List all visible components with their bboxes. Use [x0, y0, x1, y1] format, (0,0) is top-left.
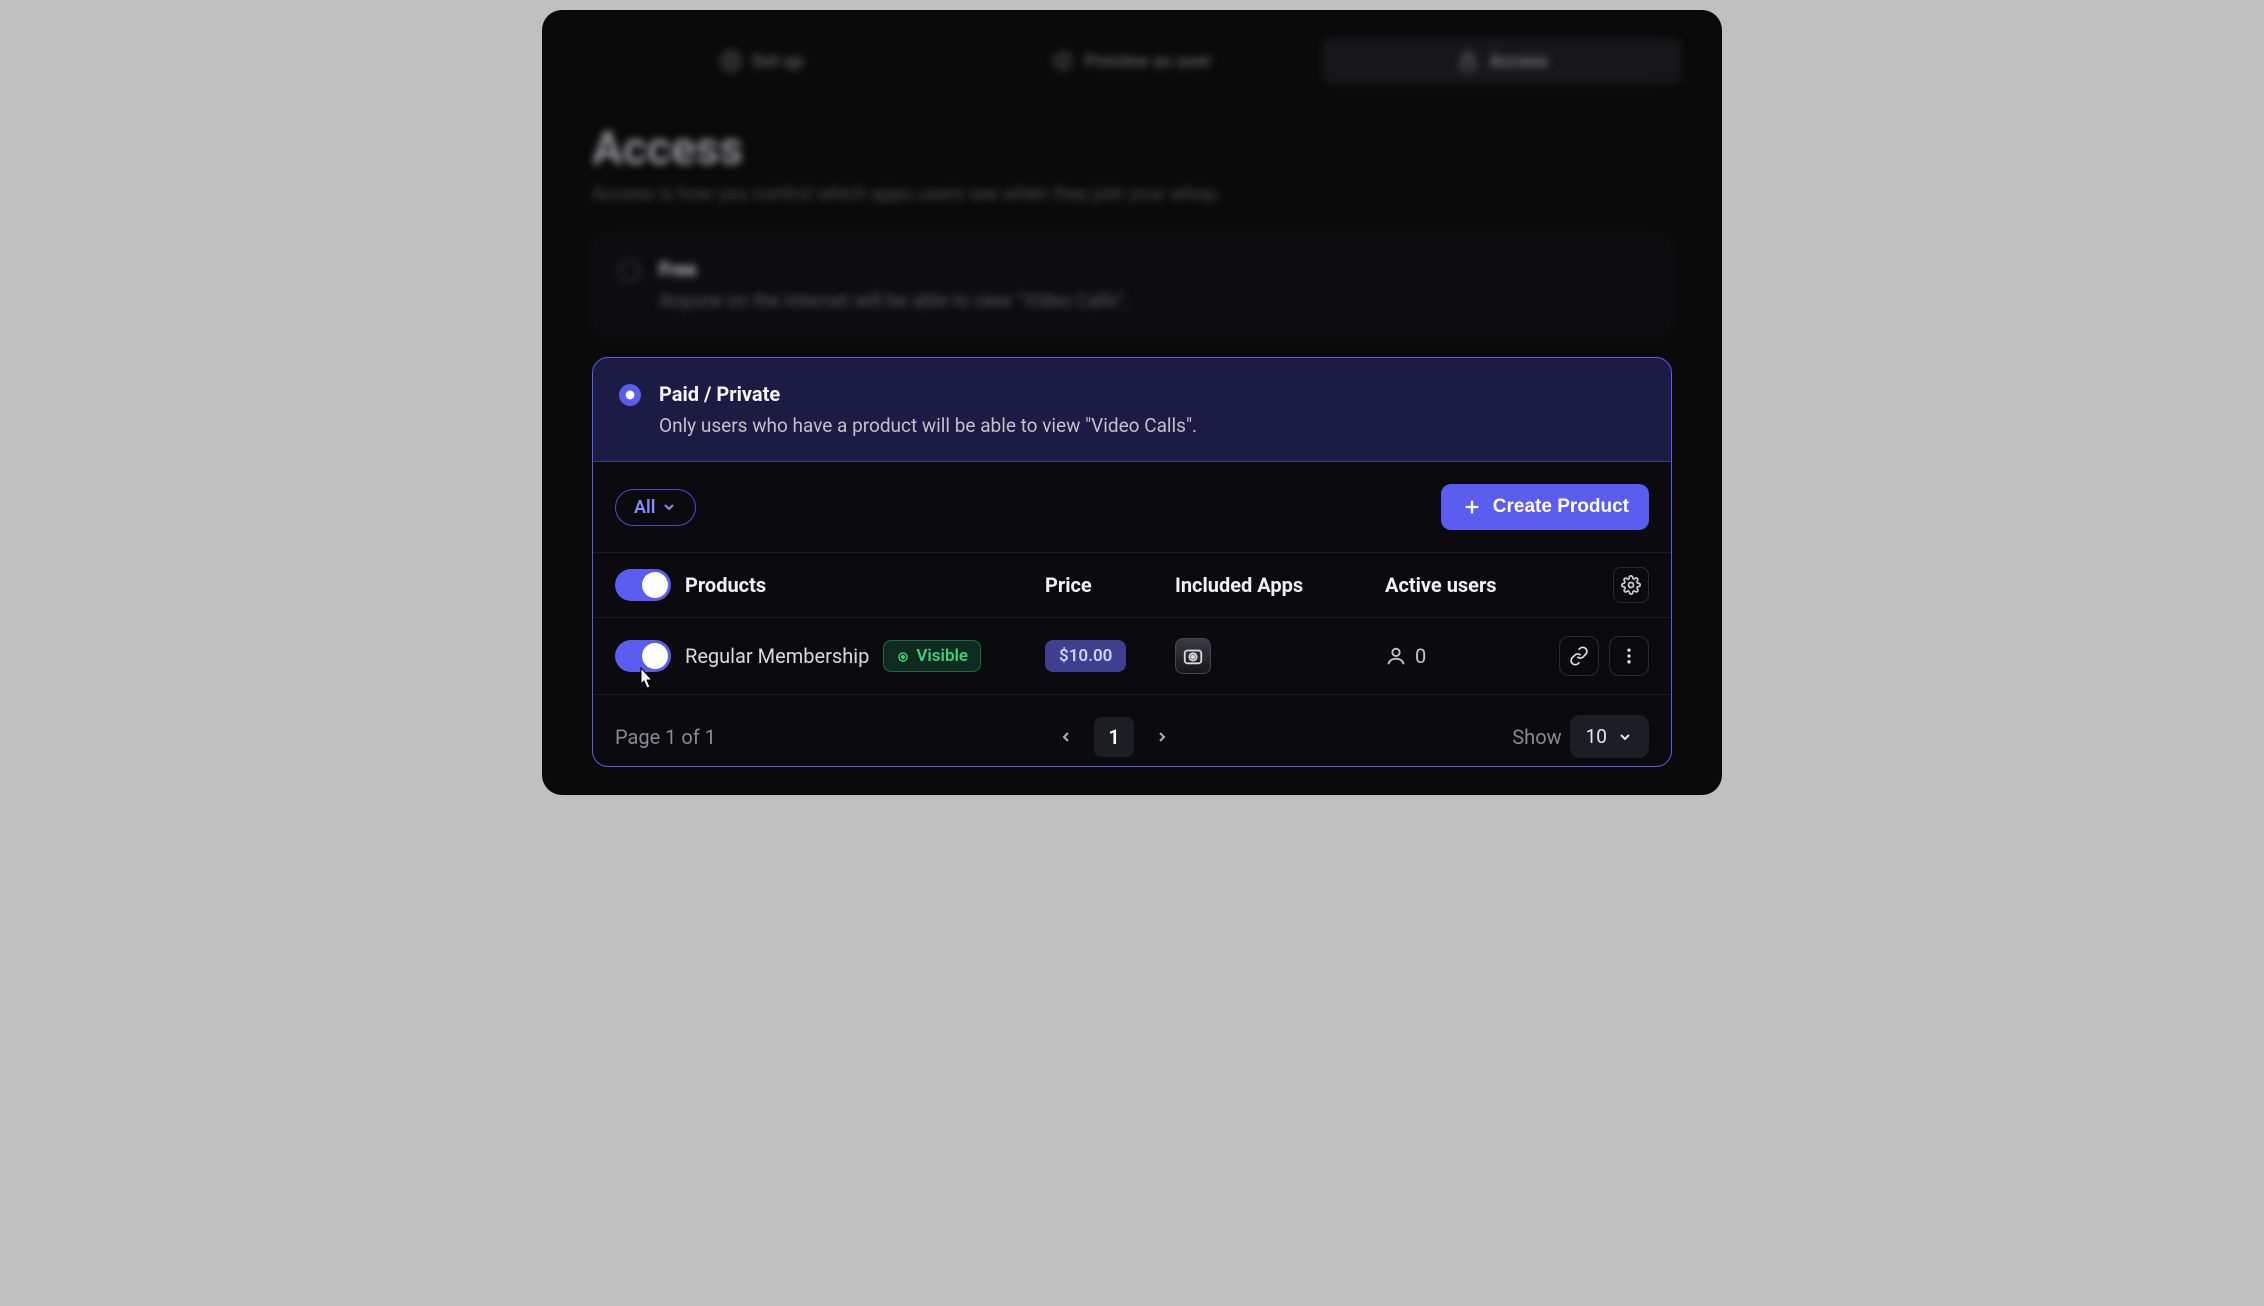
option-paid[interactable]: Paid / Private Only users who have a pro…: [593, 358, 1671, 462]
more-button[interactable]: [1609, 636, 1649, 676]
tab-label: Set up: [752, 51, 803, 72]
page-subtitle: Access is how you control which apps use…: [592, 182, 1672, 205]
chevron-down-icon: [1617, 729, 1633, 745]
tab-label: Access: [1489, 51, 1548, 72]
option-paid-title: Paid / Private: [659, 382, 1645, 406]
page-title: Access: [592, 122, 1672, 176]
prev-page-button[interactable]: [1046, 717, 1086, 757]
chevron-right-icon: [1154, 729, 1170, 745]
tab-preview[interactable]: Preview as user: [953, 38, 1312, 84]
option-free-desc: Anyone on the internet will be able to v…: [659, 289, 1645, 312]
pagination: Page 1 of 1 1 Show 10: [593, 695, 1671, 766]
option-free[interactable]: Free Anyone on the internet will be able…: [592, 235, 1672, 335]
tab-access[interactable]: Access: [1323, 38, 1682, 84]
master-toggle[interactable]: [615, 569, 671, 601]
option-free-title: Free: [659, 258, 1645, 281]
eye-circle-icon: [1052, 50, 1074, 72]
chevron-left-icon: [1058, 729, 1074, 745]
table-header: Products Price Included Apps Active user…: [593, 553, 1671, 618]
active-users: 0: [1385, 644, 1529, 668]
column-price: Price: [1045, 573, 1165, 597]
create-product-label: Create Product: [1493, 496, 1629, 518]
app-icon-camera: [1175, 638, 1211, 674]
dots-vertical-icon: [1619, 646, 1639, 666]
copy-link-button[interactable]: [1559, 636, 1599, 676]
page-header: Access Access is how you control which a…: [542, 122, 1722, 205]
filter-dropdown[interactable]: All: [615, 489, 696, 526]
tab-label: Preview as user: [1084, 51, 1211, 72]
camera-icon: [1182, 645, 1204, 667]
active-users-count: 0: [1415, 644, 1426, 668]
filter-label: All: [634, 497, 655, 518]
page-summary: Page 1 of 1: [615, 725, 716, 749]
tab-bar: Set up Preview as user Access: [542, 38, 1722, 84]
option-paid-card: Paid / Private Only users who have a pro…: [592, 357, 1672, 767]
plus-icon: [1461, 496, 1483, 518]
visible-icon: [896, 649, 910, 663]
visibility-text: Visible: [916, 646, 968, 666]
app-window: Set up Preview as user Access Access Acc…: [542, 10, 1722, 795]
next-page-button[interactable]: [1142, 717, 1182, 757]
radio-paid[interactable]: [619, 384, 641, 406]
link-icon: [1569, 646, 1589, 666]
products-toolbar: All Create Product: [593, 462, 1671, 553]
tab-setup[interactable]: Set up: [582, 38, 941, 84]
option-paid-desc: Only users who have a product will be ab…: [659, 414, 1645, 437]
chevron-down-icon: [661, 499, 677, 515]
radio-free[interactable]: [619, 260, 641, 282]
gear-icon: [1621, 575, 1641, 595]
create-product-button[interactable]: Create Product: [1441, 484, 1649, 530]
table-row: Regular Membership Visible $10.00: [593, 618, 1671, 695]
table-settings-button[interactable]: [1613, 567, 1649, 603]
page-size-select[interactable]: 10: [1570, 715, 1649, 758]
column-users: Active users: [1385, 573, 1529, 597]
user-icon: [1385, 645, 1407, 667]
current-page[interactable]: 1: [1094, 717, 1134, 757]
price-badge: $10.00: [1045, 640, 1126, 672]
page-size-value: 10: [1586, 725, 1607, 748]
column-products: Products: [685, 573, 766, 597]
gear-icon: [720, 50, 742, 72]
show-label: Show: [1512, 725, 1561, 749]
product-toggle[interactable]: [615, 640, 671, 672]
column-apps: Included Apps: [1175, 573, 1375, 597]
visibility-badge: Visible: [883, 640, 981, 672]
lock-icon: [1457, 50, 1479, 72]
product-name: Regular Membership: [685, 644, 869, 668]
